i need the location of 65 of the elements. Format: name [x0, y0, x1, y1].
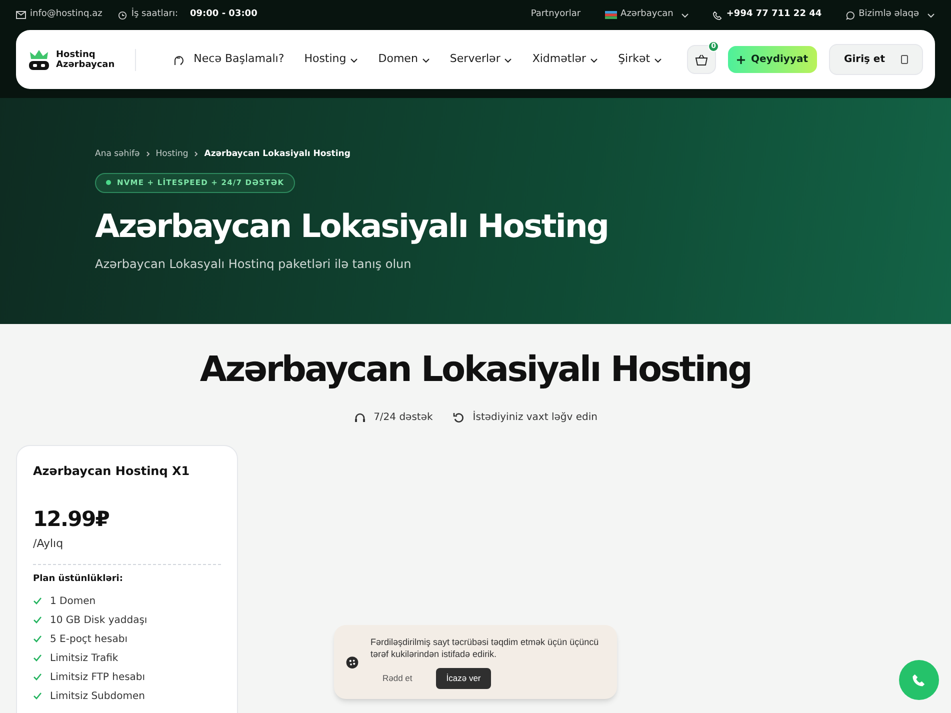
nav-link[interactable]: Domen [378, 51, 430, 68]
features-title: Plan üstünlükləri: [33, 573, 124, 586]
check-icon [33, 654, 42, 662]
hero-title: Azərbaycan Lokasiyalı Hosting [95, 206, 610, 246]
breadcrumb-link[interactable]: Ana səhifə [95, 148, 140, 161]
plus-icon [737, 56, 746, 64]
chevron-icon [590, 56, 598, 64]
undo-icon [452, 412, 465, 424]
clock-icon [118, 10, 128, 20]
hours-label: İş saatları: [131, 8, 178, 22]
check-icon [33, 616, 42, 624]
contact-link[interactable]: Bizimlə əlaqə [846, 8, 935, 22]
chevron-icon [681, 11, 690, 19]
feature-item: Limitsiz Trafik [50, 652, 118, 666]
nav-link[interactable]: Necə Başlamalı? [172, 51, 284, 68]
leaf-mask-icon [28, 48, 50, 70]
plan-price: 12.99₽ [33, 506, 110, 533]
mail-icon [16, 11, 26, 19]
chevron-right-icon [194, 151, 198, 158]
flag-icon [604, 11, 617, 19]
hours-value: 09:00 - 03:00 [190, 8, 258, 22]
chat-icon [846, 10, 855, 20]
basket-icon [695, 54, 708, 66]
feature-item: 5 E-poçt hesabı [50, 632, 128, 646]
language-selector[interactable]: Azərbaycan [604, 8, 690, 22]
chevron-icon [350, 56, 358, 64]
nav-link[interactable]: Xidmətlər [532, 51, 598, 68]
feature-item: 1 Domen [50, 594, 96, 608]
chevron-icon [654, 56, 662, 64]
feature-item: Limitsiz Subdomen [50, 690, 145, 704]
register-button[interactable]: Qeydiyyat [728, 46, 817, 73]
plan-name: Azərbaycan Hostinq X1 [33, 463, 191, 480]
phone-link[interactable]: +994 77 711 22 44 [726, 8, 822, 22]
accept-button[interactable]: İcazə ver [436, 668, 491, 688]
perk-label: İstədiyiniz vaxt ləğv edin [472, 410, 598, 425]
login-icon [901, 55, 908, 64]
email-link[interactable]: info@hostinq.az [30, 8, 102, 22]
chevron-right-icon [146, 151, 150, 158]
chevron-icon [927, 11, 935, 19]
check-icon [33, 597, 42, 605]
check-icon [33, 673, 42, 681]
chat-button[interactable] [899, 660, 939, 700]
hero-subtitle: Azərbaycan Lokasyalı Hostinq paketləri ilə tanış olun [95, 256, 412, 273]
check-icon [33, 635, 42, 643]
chevron-icon [504, 56, 512, 64]
login-button[interactable]: Giriş et [829, 44, 923, 75]
cookie-message: Fərdiləşdirilmiş sayt təcrübəsi təqdim etmək üçün üçüncü tərəf kukilərindən istifadə edirik. [370, 636, 600, 660]
chevron-icon [422, 56, 430, 64]
phone-icon [713, 10, 722, 20]
plan-period: /Aylıq [33, 536, 64, 552]
section-title: Azərbaycan Lokasiyalı Hosting [198, 349, 752, 392]
nav-link[interactable]: Hosting [304, 51, 358, 68]
perk-label: 7/24 dəstək [374, 411, 433, 425]
headphones-icon [354, 412, 366, 424]
breadcrumb-current: Azərbaycan Lokasiyalı Hosting [204, 148, 350, 161]
check-icon [33, 692, 42, 700]
reject-button[interactable]: Rədd et [370, 668, 424, 688]
logo[interactable]: Hostinq Azərbaycan [28, 48, 136, 70]
partners-link[interactable]: Partnyorlar [530, 8, 581, 22]
nav-link[interactable]: Serverlər [450, 51, 512, 68]
feature-item: Limitsiz FTP hesabı [50, 670, 146, 684]
feature-item: 10 GB Disk yaddaşı [50, 614, 148, 628]
phone-icon [912, 673, 926, 687]
nav-link[interactable]: Şirkət [618, 51, 662, 68]
breadcrumb-link[interactable]: Hosting [156, 148, 188, 161]
